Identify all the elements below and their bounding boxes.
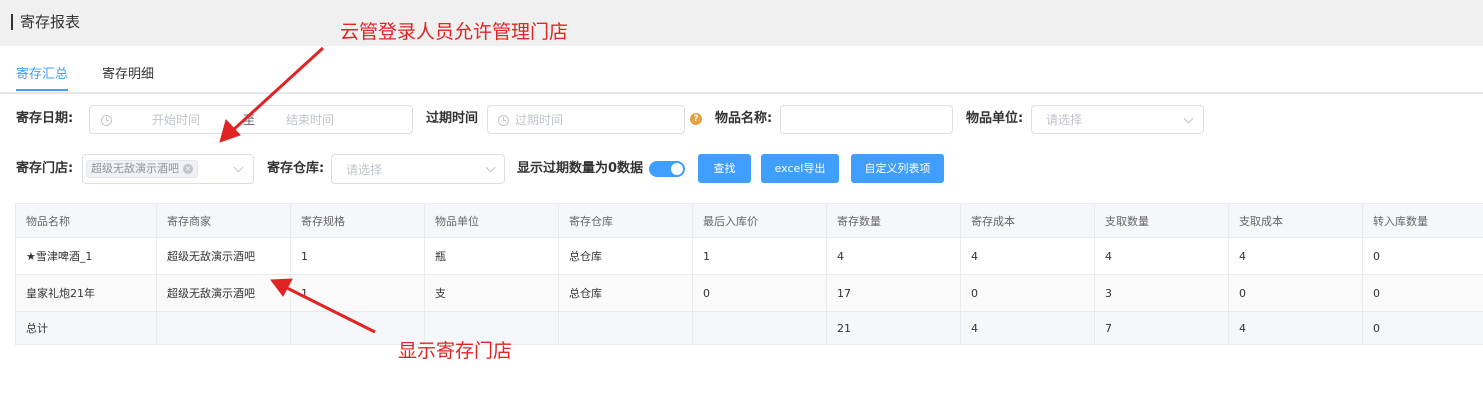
annotation-arrows [219, 46, 376, 334]
annotation-bottom-text: 显示寄存门店 [398, 340, 513, 362]
annotation-top-text: 云管登录人员允许管理门店 [340, 21, 569, 43]
arrow-to-store-select [230, 46, 325, 133]
arrow-to-merchant-cell [284, 285, 376, 334]
arrowhead-top [219, 119, 241, 143]
